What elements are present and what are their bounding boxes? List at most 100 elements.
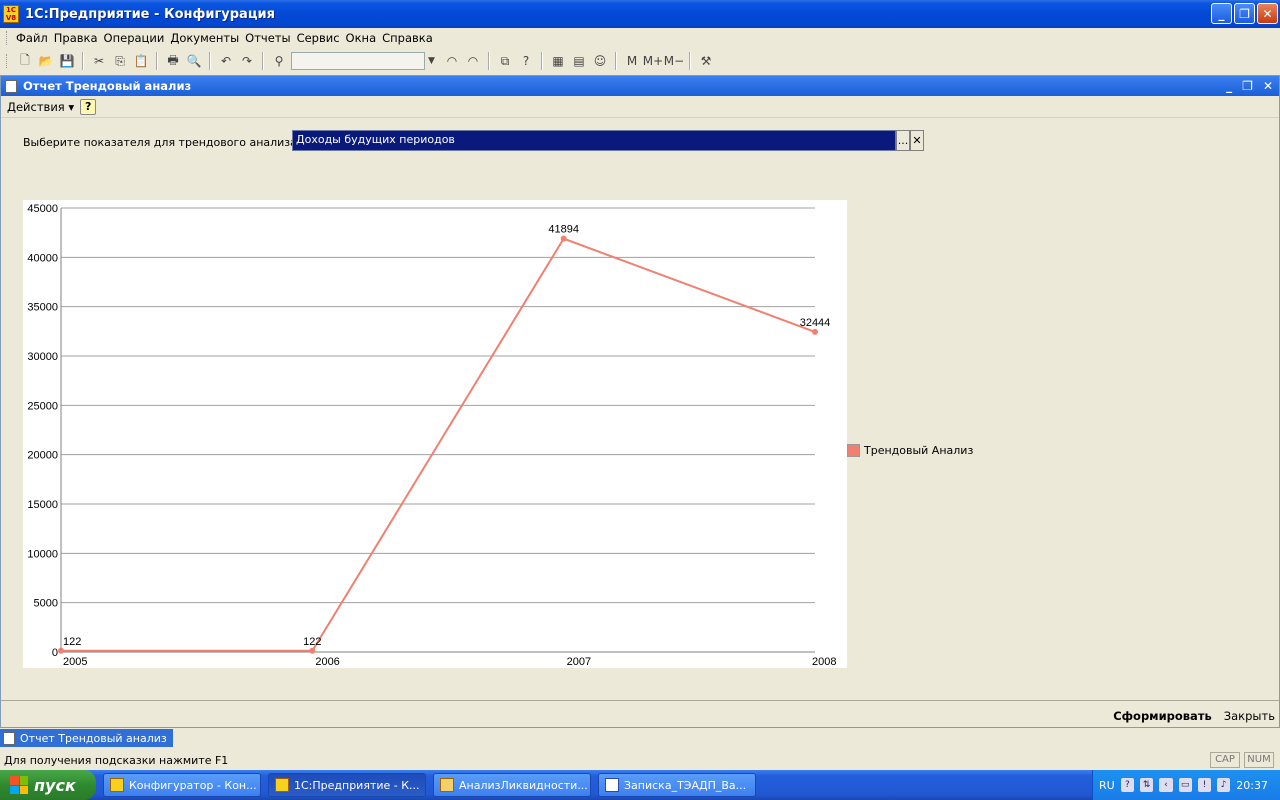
menu-bar: Файл Правка Операции Документы Отчеты Се… (0, 28, 1280, 48)
tools-icon[interactable]: ⚒ (697, 52, 715, 70)
paste-icon[interactable]: 📋 (132, 52, 150, 70)
data-point (560, 235, 567, 242)
clear-icon[interactable]: ✕ (910, 130, 924, 151)
window-tab-label: Отчет Трендовый анализ (20, 731, 167, 745)
memory-minus-icon[interactable]: M− (664, 52, 684, 70)
x-tick-label: 2007 (567, 656, 591, 668)
redo-icon[interactable]: ↷ (238, 52, 256, 70)
task-configurator[interactable]: Конфигуратор - Кон... (103, 773, 261, 797)
find-prev-icon[interactable]: ◠ (443, 52, 461, 70)
indicator-select-field[interactable]: Доходы будущих периодов (292, 130, 896, 151)
task-folder[interactable]: АнализЛиквидности... (433, 773, 591, 797)
system-tray: RU ? ⇅ ‹ ▭ ! ♪ 20:37 (1092, 770, 1280, 800)
memory-plus-icon[interactable]: M+ (643, 52, 663, 70)
back-icon[interactable]: ‹ (1159, 778, 1173, 792)
taskbar: пуск Конфигуратор - Кон... 1С:Предприяти… (0, 770, 1280, 800)
calculator-icon[interactable]: ▦ (549, 52, 567, 70)
new-document-icon[interactable]: 🗋 (16, 52, 34, 70)
menu-windows[interactable]: Окна (343, 31, 380, 45)
save-icon[interactable]: 💾 (58, 52, 76, 70)
menu-operations[interactable]: Операции (101, 31, 168, 45)
legend-swatch (847, 444, 860, 457)
num-indicator: NUM (1244, 752, 1274, 768)
memory-icon[interactable]: M (623, 52, 641, 70)
window-tab-report[interactable]: Отчет Трендовый анализ (0, 729, 173, 747)
window-title: 1С:Предприятие - Конфигурация (25, 6, 275, 22)
status-bar: Для получения подсказки нажмите F1 CAP N… (0, 750, 1280, 770)
task-word[interactable]: Записка_ТЭАДП_Ва... (598, 773, 756, 797)
chevron-down-icon[interactable]: ▼ (428, 52, 440, 70)
menu-documents[interactable]: Документы (167, 31, 242, 45)
menu-help[interactable]: Справка (379, 31, 436, 45)
report-restore-icon[interactable]: ❐ (1242, 79, 1253, 93)
report-minimize-icon[interactable]: _ (1226, 79, 1232, 93)
actions-bar: Действия ▾ ? (1, 96, 1279, 118)
report-close-icon[interactable]: ✕ (1263, 79, 1273, 93)
menu-edit[interactable]: Правка (51, 31, 101, 45)
x-tick-label: 2005 (63, 656, 87, 668)
report-title: Отчет Трендовый анализ (23, 79, 192, 93)
find-icon[interactable]: ⚲ (270, 52, 288, 70)
status-hint: Для получения подсказки нажмите F1 (4, 753, 229, 767)
app-titlebar[interactable]: 1C V8 1С:Предприятие - Конфигурация _ ❐ ✕ (0, 0, 1280, 28)
data-label: 32444 (800, 317, 831, 329)
find-next-icon[interactable]: ◠ (464, 52, 482, 70)
network-icon[interactable]: ⇅ (1139, 778, 1154, 792)
x-tick-label: 2008 (812, 656, 836, 668)
main-toolbar: 🗋 📂 💾 ✂ ⎘ 📋 🖶 🔍 ↶ ↷ ⚲ ▼ ◠ ◠ ⧉ ? ▦ ▤ ☺ M … (0, 48, 1280, 74)
user-icon[interactable]: ☺ (591, 52, 609, 70)
windows-icon[interactable]: ⧉ (496, 52, 514, 70)
y-tick-label: 15000 (27, 499, 58, 511)
series-line (61, 237, 816, 652)
minimize-button[interactable]: _ (1211, 3, 1232, 24)
y-tick-label: 20000 (27, 450, 58, 462)
cut-icon[interactable]: ✂ (90, 52, 108, 70)
undo-icon[interactable]: ↶ (217, 52, 235, 70)
y-tick-label: 0 (52, 647, 58, 659)
report-titlebar[interactable]: Отчет Трендовый анализ _ ❐ ✕ (1, 76, 1279, 96)
toolbar-grip-icon[interactable] (6, 54, 9, 68)
language-indicator[interactable]: RU (1099, 779, 1115, 792)
toolbar-grip-icon[interactable] (6, 31, 9, 45)
copy-icon[interactable]: ⎘ (111, 52, 129, 70)
preview-icon[interactable]: 🔍 (185, 52, 203, 70)
close-report-button[interactable]: Закрыть (1224, 709, 1275, 723)
help-tray-icon[interactable]: ? (1120, 778, 1134, 792)
volume-icon[interactable]: ♪ (1217, 778, 1231, 792)
y-tick-label: 10000 (27, 548, 58, 560)
monitor-icon[interactable]: ▭ (1178, 778, 1192, 792)
calendar-icon[interactable]: ▤ (570, 52, 588, 70)
y-tick-label: 45000 (27, 203, 58, 215)
data-point (309, 647, 316, 654)
task-enterprise[interactable]: 1С:Предприятие - К... (268, 773, 426, 797)
close-button[interactable]: ✕ (1257, 3, 1278, 24)
help-icon[interactable]: ? (80, 98, 97, 115)
y-tick-label: 35000 (27, 302, 58, 314)
data-label: 122 (303, 636, 321, 648)
1c-app-icon: 1C V8 (3, 5, 19, 23)
menu-service[interactable]: Сервис (294, 31, 343, 45)
menu-file[interactable]: Файл (13, 31, 51, 45)
restore-button[interactable]: ❐ (1234, 3, 1255, 24)
menu-reports[interactable]: Отчеты (242, 31, 293, 45)
search-combo[interactable] (291, 52, 425, 70)
folder-icon (440, 778, 454, 792)
y-tick-label: 40000 (27, 252, 58, 264)
report-icon (5, 79, 17, 93)
open-icon[interactable]: 📂 (37, 52, 55, 70)
print-icon[interactable]: 🖶 (164, 52, 182, 70)
y-tick-label: 5000 (34, 598, 58, 610)
security-icon[interactable]: ! (1197, 778, 1212, 792)
trend-chart: 0 5000 10000 15000 20000 25000 30000 35000 40000… (23, 200, 847, 668)
configurator-icon (110, 778, 124, 792)
y-tick-label: 25000 (27, 400, 58, 412)
generate-button[interactable]: Сформировать (1113, 709, 1212, 723)
data-point (58, 647, 64, 654)
1c-help-icon[interactable]: ? (517, 52, 535, 70)
1c-icon (275, 778, 289, 792)
report-window: Отчет Трендовый анализ _ ❐ ✕ Действия ▾ … (0, 75, 1280, 728)
start-button[interactable]: пуск (0, 770, 96, 800)
actions-menu[interactable]: Действия ▾ (7, 100, 74, 114)
select-ellipsis-button[interactable]: ... (896, 130, 910, 151)
chart-legend: Трендовый Анализ (847, 444, 973, 457)
